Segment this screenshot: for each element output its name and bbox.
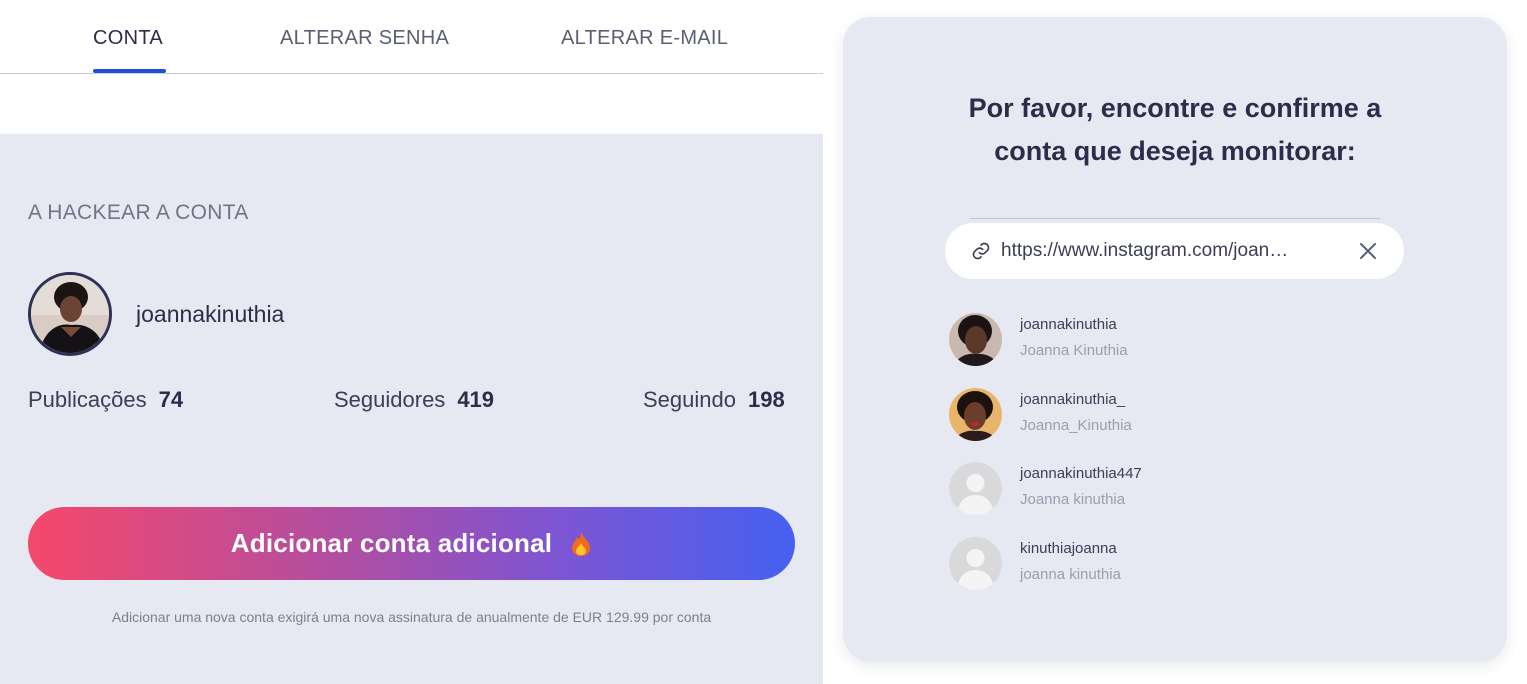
divider bbox=[970, 218, 1380, 219]
pricing-note: Adicionar uma nova conta exigirá uma nov… bbox=[111, 609, 712, 625]
search-card: Por favor, encontre e confirme a conta q… bbox=[843, 17, 1507, 662]
stat-label: Seguindo bbox=[643, 387, 736, 412]
active-tab-indicator bbox=[93, 69, 166, 73]
stat-seguindo: Seguindo 198 bbox=[643, 387, 785, 413]
result-fullname: Joanna kinuthia bbox=[1020, 491, 1126, 508]
add-account-button[interactable]: Adicionar conta adicional bbox=[28, 507, 795, 580]
stat-seguidores: Seguidores 419 bbox=[334, 387, 494, 413]
flame-icon bbox=[570, 531, 592, 557]
result-username: joannakinuthia bbox=[1020, 316, 1117, 333]
result-fullname: Joanna_Kinuthia bbox=[1020, 417, 1132, 434]
search-result-item[interactable]: kinuthiajoanna joanna kinuthia bbox=[949, 537, 1249, 591]
tab-alterar-email[interactable]: ALTERAR E-MAIL bbox=[561, 27, 728, 50]
default-avatar-icon bbox=[949, 537, 1002, 590]
stat-value: 198 bbox=[747, 387, 785, 412]
search-result-item[interactable]: joannakinuthia447 Joanna kinuthia bbox=[949, 462, 1249, 516]
search-result-item[interactable]: joannakinuthia Joanna Kinuthia bbox=[949, 313, 1249, 367]
search-value[interactable]: https://www.instagram.com/joannakinuthia… bbox=[1001, 240, 1293, 262]
result-fullname: joanna kinuthia bbox=[1020, 566, 1121, 583]
result-username: joannakinuthia447 bbox=[1020, 465, 1142, 482]
tab-bar: CONTA ALTERAR SENHA ALTERAR E-MAIL bbox=[0, 0, 823, 74]
result-fullname: Joanna Kinuthia bbox=[1020, 342, 1128, 359]
section-title: A HACKEAR A CONTA bbox=[28, 201, 249, 224]
account-username: joannakinuthia bbox=[136, 301, 285, 327]
close-icon[interactable] bbox=[1359, 242, 1377, 260]
search-result-item[interactable]: joannakinuthia_ Joanna_Kinuthia bbox=[949, 388, 1249, 442]
result-username: kinuthiajoanna bbox=[1020, 540, 1117, 557]
search-input[interactable]: https://www.instagram.com/joannakinuthia… bbox=[945, 223, 1404, 279]
stat-value: 74 bbox=[158, 387, 184, 412]
default-avatar-icon bbox=[949, 462, 1002, 515]
add-account-button-label: Adicionar conta adicional bbox=[230, 528, 553, 558]
tab-conta[interactable]: CONTA bbox=[93, 27, 163, 50]
result-username: joannakinuthia_ bbox=[1020, 391, 1126, 408]
tab-alterar-senha[interactable]: ALTERAR SENHA bbox=[280, 27, 449, 50]
link-icon bbox=[971, 241, 991, 261]
stat-label: Seguidores bbox=[334, 387, 446, 412]
card-title-line2: conta que deseja monitorar: bbox=[994, 136, 1356, 166]
stat-publicacoes: Publicações 74 bbox=[28, 387, 183, 413]
card-title: Por favor, encontre e confirme a conta q… bbox=[843, 87, 1507, 173]
avatar bbox=[949, 313, 1002, 366]
stat-value: 419 bbox=[457, 387, 495, 412]
stat-label: Publicações bbox=[28, 387, 147, 412]
avatar bbox=[949, 388, 1002, 441]
account-section: A HACKEAR A CONTA joannakinuthia Publica… bbox=[0, 134, 823, 684]
account-panel: CONTA ALTERAR SENHA ALTERAR E-MAIL A HAC… bbox=[0, 0, 823, 684]
card-title-line1: Por favor, encontre e confirme a bbox=[968, 93, 1382, 123]
avatar bbox=[28, 272, 112, 356]
